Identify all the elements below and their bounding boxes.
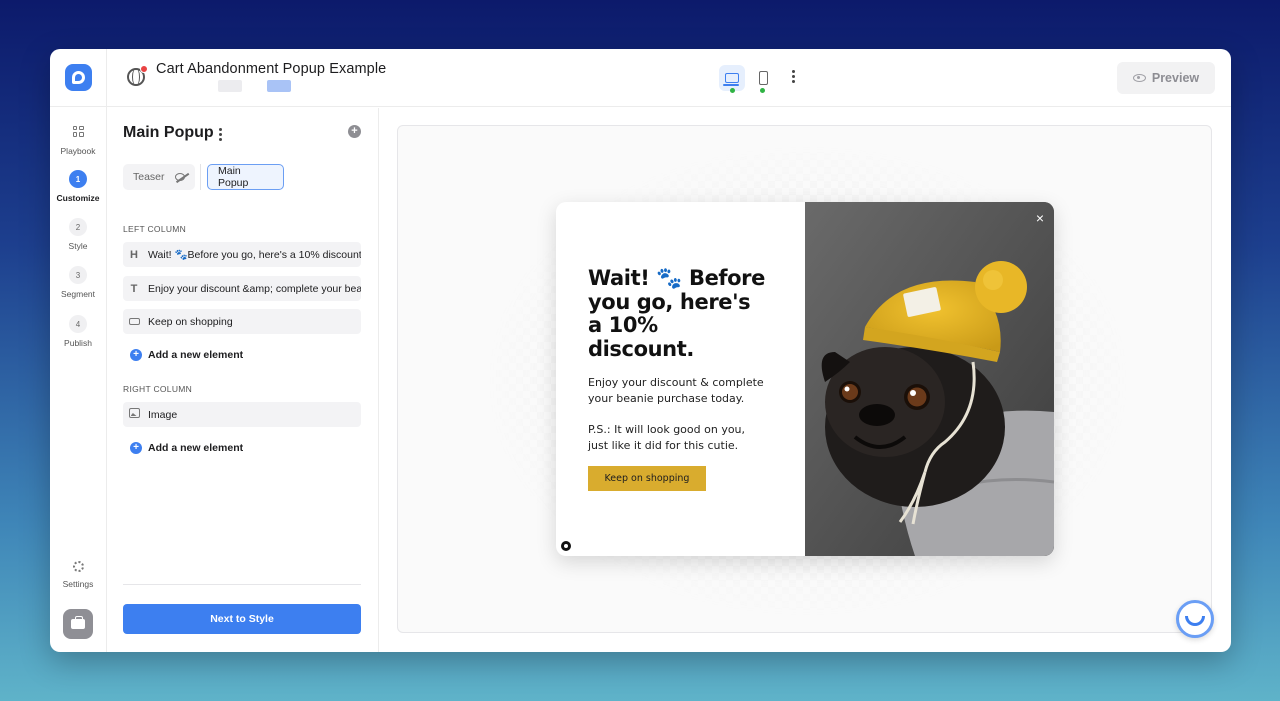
element-row-button[interactable]: Keep on shopping [123,309,361,334]
tab-teaser[interactable]: Teaser [123,164,195,190]
add-popup-icon[interactable]: + [348,125,361,138]
add-element-right[interactable]: + Add a new element [130,442,243,454]
element-label: Keep on shopping [148,315,233,328]
heading-type-icon: H [130,248,138,261]
right-column-label: RIGHT COLUMN [123,384,193,394]
plus-icon: + [130,349,142,361]
left-column-label: LEFT COLUMN [123,224,187,234]
add-element-label: Add a new element [148,349,244,361]
button-type-icon [128,316,140,328]
title-tab-indicator-1[interactable] [218,80,242,92]
brand-badge-icon [561,541,571,551]
popup-left-column: Wait! 🐾 Before you go, here's a 10% disc… [556,202,805,556]
mobile-status-dot [760,88,765,93]
step-badge-customize: 1 [69,170,87,188]
tab-separator [200,164,201,190]
nav-publish[interactable]: 4 Publish [50,315,106,348]
panel-divider-line [123,584,361,585]
next-to-style-button[interactable]: Next to Style [123,604,361,634]
nav-label-style: Style [68,241,88,251]
nav-label-settings: Settings [62,579,94,589]
panel-options-icon[interactable] [219,128,222,141]
nav-style[interactable]: 2 Style [50,218,106,251]
more-options-icon[interactable] [792,70,795,83]
element-label: Enjoy your discount &amp; complete your … [148,282,361,295]
panel-divider [378,108,379,652]
add-element-left[interactable]: + Add a new element [130,349,243,361]
step-badge-segment: 3 [69,266,87,284]
smile-icon [1185,616,1205,626]
nav-label-playbook: Playbook [60,146,96,156]
eye-icon [1132,74,1146,82]
panel-title: Main Popup [123,124,214,141]
logo-mark-icon [72,71,85,84]
popup-cta-button[interactable]: Keep on shopping [588,466,706,491]
alert-dot [140,65,148,73]
preview-label: Preview [1151,71,1200,85]
popup-ps-text[interactable]: P.S.: It will look good on you, just lik… [588,422,768,453]
globe-icon[interactable] [127,65,148,86]
nav-segment[interactable]: 3 Segment [50,266,106,299]
text-type-icon: T [130,282,138,295]
briefcase-icon [71,616,85,629]
preview-canvas: Wait! 🐾 Before you go, here's a 10% disc… [397,125,1212,633]
desktop-icon [723,73,739,86]
popup-headline[interactable]: Wait! 🐾 Before you go, here's a 10% disc… [588,266,768,361]
add-element-label: Add a new element [148,442,244,454]
tab-main-label: Main Popup [218,165,249,189]
gear-icon [69,557,87,575]
element-label: Image [148,408,178,421]
popup-image-pug-beanie[interactable]: × [805,202,1054,556]
pug-photo [805,202,1054,556]
playbook-icon [69,122,87,140]
app-window: Cart Abandonment Popup Example Preview P… [50,49,1231,652]
tab-main-popup[interactable]: Main Popup [207,164,284,190]
account-button[interactable] [63,609,93,639]
popup-body-text[interactable]: Enjoy your discount & complete your bean… [588,375,768,406]
image-type-icon [128,408,140,421]
nav-playbook[interactable]: Playbook [50,122,106,156]
element-row-text[interactable]: T Enjoy your discount &amp; complete you… [123,276,361,301]
step-badge-style: 2 [69,218,87,236]
element-row-image[interactable]: Image [123,402,361,427]
top-bar: Cart Abandonment Popup Example Preview [50,49,1231,107]
title-tab-indicator-2[interactable] [267,80,291,92]
nav-label-segment: Segment [60,289,96,299]
chat-support-button[interactable] [1176,600,1214,638]
eye-off-icon[interactable] [174,173,185,181]
nav-customize[interactable]: 1 Customize [50,170,106,203]
element-label: Wait! 🐾Before you go, here's a 10% disco… [148,249,361,261]
preview-button[interactable]: Preview [1117,62,1215,94]
popup-preview[interactable]: Wait! 🐾 Before you go, here's a 10% disc… [556,202,1054,556]
campaign-title[interactable]: Cart Abandonment Popup Example [156,61,386,77]
editor-panel: Main Popup + Teaser Main Popup LEFT COLU… [107,108,378,652]
step-badge-publish: 4 [69,315,87,333]
plus-icon: + [130,442,142,454]
nav-label-publish: Publish [64,338,92,348]
desktop-status-dot [730,88,735,93]
app-logo[interactable] [65,64,92,91]
nav-label-customize: Customize [56,193,100,203]
mobile-icon [758,71,768,85]
close-icon[interactable]: × [1036,210,1044,226]
nav-settings[interactable]: Settings [50,557,106,589]
tab-teaser-label: Teaser [133,171,165,183]
element-row-headline[interactable]: H Wait! 🐾Before you go, here's a 10% dis… [123,242,361,267]
